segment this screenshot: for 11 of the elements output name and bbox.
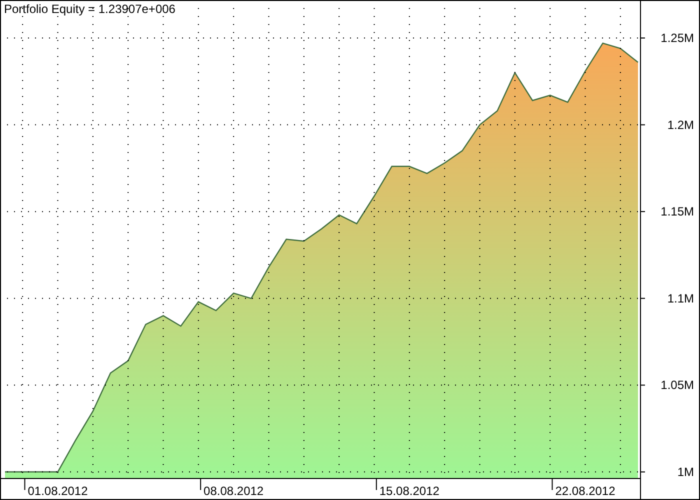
y-axis-label: 1.2M: [667, 118, 694, 132]
x-axis-label: 15.08.2012: [379, 484, 440, 498]
chart-title: Portfolio Equity = 1.23907e+006: [4, 2, 176, 16]
x-axis-label: 01.08.2012: [28, 484, 88, 498]
x-axis-label: 22.08.2012: [555, 484, 616, 498]
y-axis-label: 1.05M: [660, 378, 694, 392]
y-axis-label: 1.15M: [660, 204, 694, 219]
y-axis-label: 1M: [677, 464, 694, 479]
x-axis-label: 08.08.2012: [204, 484, 264, 498]
y-axis-label: 1.25M: [660, 31, 694, 45]
y-axis-label: 1.1M: [667, 291, 694, 306]
